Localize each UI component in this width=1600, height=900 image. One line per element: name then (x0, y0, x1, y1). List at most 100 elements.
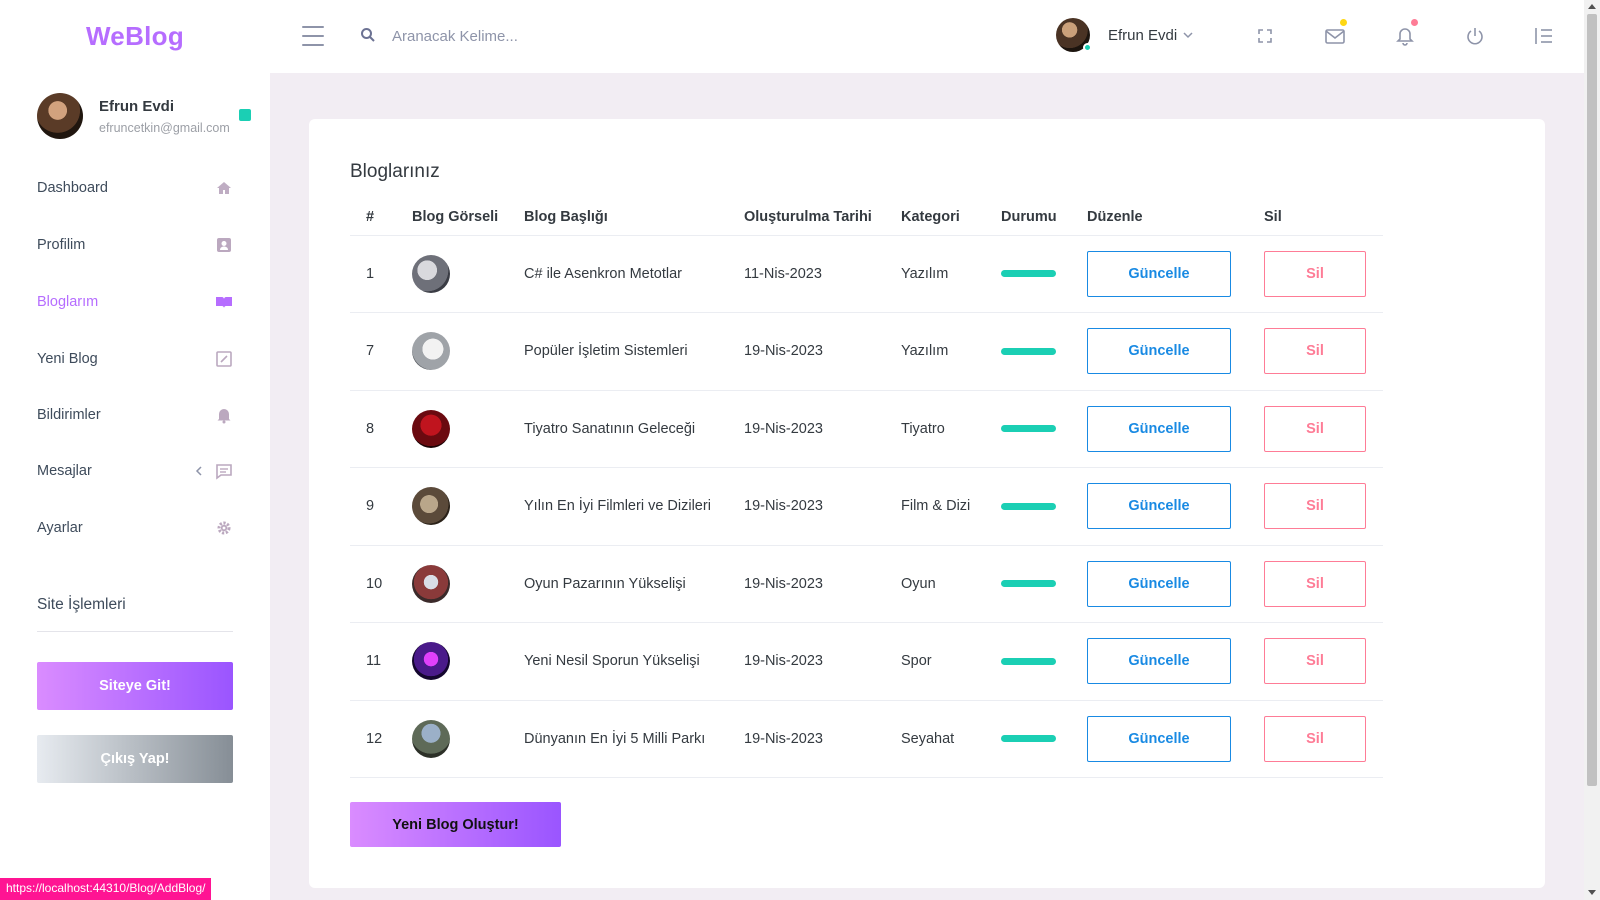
sidebar-item-label: Yeni Blog (37, 351, 98, 367)
sidebar-item-label: Bildirimler (37, 407, 101, 423)
mail-button[interactable] (1324, 19, 1347, 47)
fullscreen-icon[interactable] (1254, 25, 1276, 47)
sidebar-item-mesajlar[interactable]: Mesajlar (37, 456, 233, 486)
top-navbar: WeBlog Efrun Evdi (0, 0, 1584, 73)
column-header-delete: Sil (1264, 199, 1383, 236)
column-header-title: Blog Başlığı (524, 199, 744, 236)
sidebar-item-ayarlar[interactable]: Ayarlar (37, 513, 233, 543)
status-progress-bar (1001, 580, 1056, 588)
go-to-site-button[interactable]: Siteye Git! (37, 662, 233, 710)
row-title: Yılın En İyi Filmleri ve Dizileri (524, 467, 744, 546)
row-category: Seyahat (901, 700, 1001, 778)
row-edit-cell: Güncelle (1087, 467, 1264, 546)
delete-button[interactable]: Sil (1264, 250, 1366, 297)
delete-button[interactable]: Sil (1264, 638, 1366, 685)
sidebar-item-profilim[interactable]: Profilim (37, 230, 233, 260)
row-image-cell (412, 390, 524, 468)
row-date: 19-Nis-2023 (744, 467, 901, 546)
column-header-edit: Düzenle (1087, 199, 1264, 236)
delete-button[interactable]: Sil (1264, 328, 1366, 375)
row-date: 11-Nis-2023 (744, 235, 901, 313)
sidebar: Efrun Evdi efruncetkin@gmail.com Dashboa… (0, 73, 270, 900)
row-status-cell (1001, 235, 1087, 313)
page-scrollbar[interactable] (1584, 0, 1600, 900)
update-button[interactable]: Güncelle (1087, 638, 1231, 685)
mail-icon (1325, 29, 1345, 44)
row-id: 11 (350, 622, 412, 701)
blog-thumbnail-image (412, 719, 450, 758)
delete-button[interactable]: Sil (1264, 715, 1366, 762)
delete-button[interactable]: Sil (1264, 560, 1366, 607)
column-header-category: Kategori (901, 199, 1001, 236)
update-button[interactable]: Güncelle (1087, 328, 1231, 375)
row-category: Film & Dizi (901, 467, 1001, 546)
row-title: Oyun Pazarının Yükselişi (524, 545, 744, 623)
status-progress-bar (1001, 347, 1056, 355)
scroll-down-arrow-icon[interactable] (1588, 890, 1596, 895)
column-header-image: Blog Görseli (412, 199, 524, 236)
row-status-cell (1001, 312, 1087, 391)
scroll-up-arrow-icon[interactable] (1588, 4, 1596, 9)
update-button[interactable]: Güncelle (1087, 405, 1231, 452)
status-progress-bar (1001, 735, 1056, 743)
row-category: Tiyatro (901, 390, 1001, 468)
delete-button[interactable]: Sil (1264, 483, 1366, 530)
table-row: 1 C# ile Asenkron Metotlar 11-Nis-2023 Yazı… (350, 235, 1383, 313)
logout-button[interactable]: Çıkış Yap! (37, 735, 233, 783)
verified-badge-icon (239, 109, 251, 121)
status-bar-url: https://localhost:44310/Blog/AddBlog/ (0, 878, 212, 900)
format-list-icon[interactable] (1532, 25, 1554, 47)
blogs-card: Bloglarınız # Blog Görseli Blog Başlığı … (309, 119, 1545, 888)
sidebar-item-label: Ayarlar (37, 520, 83, 536)
search-input[interactable] (392, 20, 732, 52)
update-button[interactable]: Güncelle (1087, 715, 1231, 762)
sidebar-item-label: Bloglarım (37, 294, 99, 310)
sidebar-item-yeni-blog[interactable]: Yeni Blog (37, 344, 233, 374)
row-status-cell (1001, 545, 1087, 623)
table-row: 8 Tiyatro Sanatının Geleceği 19-Nis-2023 Ti… (350, 390, 1383, 468)
book-open-icon (216, 297, 232, 308)
update-button[interactable]: Güncelle (1087, 250, 1231, 297)
update-button[interactable]: Güncelle (1087, 560, 1231, 607)
blog-thumbnail-image (412, 254, 450, 293)
chevron-left-icon (195, 466, 202, 476)
row-edit-cell: Güncelle (1087, 545, 1264, 623)
row-id: 12 (350, 700, 412, 778)
search-icon (361, 28, 375, 42)
nav-profile-dropdown[interactable]: Efrun Evdi (1056, 18, 1193, 52)
scrollbar-thumb[interactable] (1587, 14, 1597, 786)
row-title: Tiyatro Sanatının Geleceği (524, 390, 744, 468)
create-new-blog-button[interactable]: Yeni Blog Oluştur! (350, 802, 561, 847)
column-header-date: Oluşturulma Tarihi (744, 199, 901, 236)
brand-logo[interactable]: WeBlog (0, 21, 270, 52)
row-title: Popüler İşletim Sistemleri (524, 312, 744, 391)
update-button[interactable]: Güncelle (1087, 483, 1231, 530)
sidebar-item-dashboard[interactable]: Dashboard (37, 173, 233, 203)
row-id: 8 (350, 390, 412, 468)
notifications-button[interactable] (1394, 19, 1418, 46)
table-row: 9 Yılın En İyi Filmleri ve Dizileri 19-Nis… (350, 467, 1383, 546)
sidebar-item-label: Profilim (37, 237, 86, 253)
sidebar-item-bildirimler[interactable]: Bildirimler (37, 400, 233, 430)
row-category: Yazılım (901, 235, 1001, 313)
row-date: 19-Nis-2023 (744, 622, 901, 701)
blogs-table: # Blog Görseli Blog Başlığı Oluşturulma … (350, 199, 1383, 778)
row-delete-cell: Sil (1264, 390, 1383, 468)
sidebar-item-bloglarim[interactable]: Bloglarım (37, 287, 233, 317)
row-delete-cell: Sil (1264, 545, 1383, 623)
blog-thumbnail-image (412, 642, 450, 681)
row-delete-cell: Sil (1264, 235, 1383, 313)
row-edit-cell: Güncelle (1087, 390, 1264, 468)
delete-button[interactable]: Sil (1264, 405, 1366, 452)
table-row: 10 Oyun Pazarının Yükselişi 19-Nis-2023 Oyu… (350, 545, 1383, 623)
row-date: 19-Nis-2023 (744, 312, 901, 391)
row-category: Spor (901, 622, 1001, 701)
sidebar-profile[interactable]: Efrun Evdi efruncetkin@gmail.com (37, 93, 230, 139)
bell-ring-icon (217, 409, 231, 424)
power-icon[interactable] (1464, 25, 1486, 47)
nav-user-name: Efrun Evdi (1108, 26, 1178, 44)
blog-thumbnail-image (412, 409, 450, 448)
menu-toggle-icon[interactable] (302, 26, 324, 46)
row-delete-cell: Sil (1264, 467, 1383, 546)
table-row: 12 Dünyanın En İyi 5 Milli Parkı 19-Nis-20… (350, 700, 1383, 778)
